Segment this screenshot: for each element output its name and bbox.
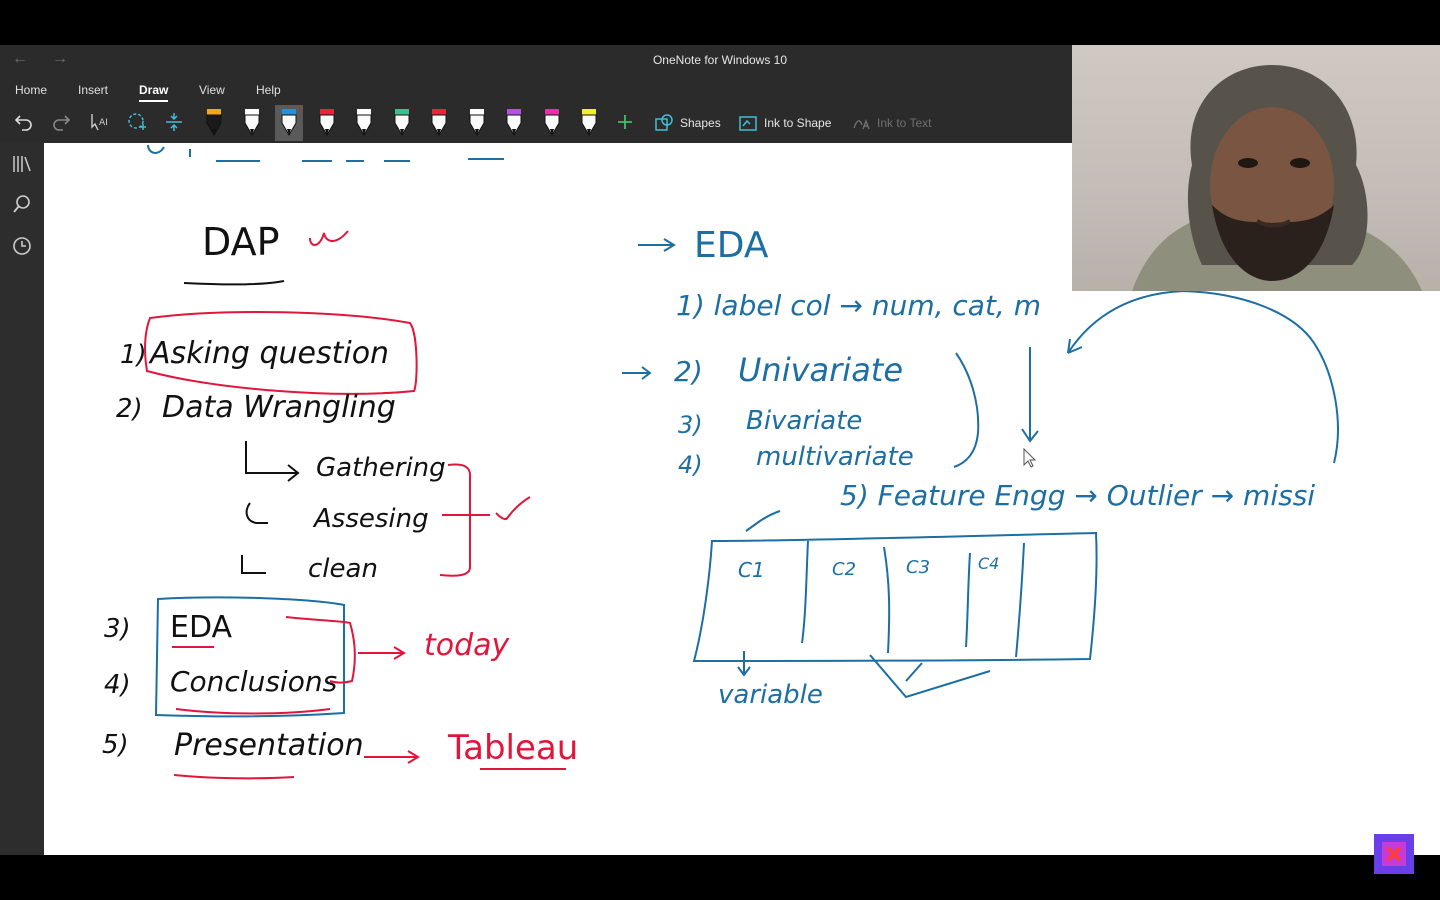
- app-logo-icon: [1374, 834, 1414, 874]
- ink-to-text-icon: [853, 119, 870, 130]
- curved-arrow: [1067, 289, 1339, 464]
- step5-text: Presentation: [174, 728, 364, 763]
- type-select-icon[interactable]: AI: [86, 109, 112, 135]
- eda-item3-num: 3): [678, 411, 703, 439]
- dap-title: DAP: [202, 220, 280, 264]
- shapes-icon: [655, 114, 673, 131]
- partial-ink-top: [147, 144, 504, 162]
- step2-num: 2): [116, 394, 143, 424]
- mouse-cursor-icon: [1023, 447, 1037, 468]
- svg-text:AI: AI: [99, 118, 108, 128]
- pen-11[interactable]: [575, 105, 603, 141]
- table-sketch: [692, 531, 1098, 663]
- add-pen-icon[interactable]: [612, 109, 638, 135]
- tableau-label: Tableau: [447, 728, 578, 768]
- today-label: today: [424, 628, 511, 663]
- arrow-assesing: [245, 502, 268, 524]
- webcam-overlay: [1072, 45, 1440, 291]
- pen-10[interactable]: [538, 105, 566, 141]
- search-icon[interactable]: [11, 193, 33, 215]
- bottom-bar: [0, 855, 1440, 900]
- pen-9[interactable]: [500, 105, 528, 141]
- arrow-gathering: [245, 441, 300, 482]
- add-space-icon[interactable]: [161, 109, 187, 135]
- step2-text: Data Wrangling: [162, 390, 396, 425]
- pen-7[interactable]: [425, 105, 453, 141]
- pen-3[interactable]: [275, 105, 303, 141]
- arrow-down: [1021, 347, 1039, 443]
- col-c4: C4: [978, 554, 999, 573]
- arrow-today: [358, 646, 406, 660]
- arrow-variable: [737, 651, 751, 677]
- step3-num: 3): [104, 614, 131, 644]
- tab-insert[interactable]: Insert: [78, 83, 108, 97]
- arrow-eda: [638, 238, 676, 252]
- ink-to-shape-label: Ink to Shape: [764, 116, 832, 130]
- check-mark-wrangling: [495, 496, 531, 521]
- eda-bracket: [953, 352, 980, 468]
- draw-toolbar: AI Shapes Ink to Shape Ink to Text: [0, 103, 1072, 143]
- step1-text: Asking question: [148, 336, 389, 371]
- eda-item4: multivariate: [756, 442, 914, 472]
- col-c1: C1: [738, 558, 765, 582]
- eda-item1: 1) label col → num, cat, m: [676, 289, 1041, 322]
- check-mark-eda: [745, 510, 781, 532]
- tab-draw[interactable]: Draw: [139, 83, 169, 102]
- col-c3: C3: [906, 557, 930, 578]
- ink-to-text-button[interactable]: Ink to Text: [851, 112, 931, 134]
- pen-5[interactable]: [350, 105, 378, 141]
- pen-4[interactable]: [313, 105, 341, 141]
- dap-underline: [183, 280, 285, 286]
- ink-to-shape-button[interactable]: Ink to Shape: [738, 112, 831, 134]
- eda-item4-num: 4): [678, 451, 703, 479]
- step5-num: 5): [102, 730, 129, 760]
- ink-to-text-label: Ink to Text: [877, 116, 932, 130]
- sub-assesing: Assesing: [312, 504, 429, 534]
- sub-clean: clean: [308, 554, 378, 584]
- pen-6[interactable]: [388, 105, 416, 141]
- arrow-clean: [241, 555, 266, 574]
- eda-item5: 5) Feature Engg → Outlier → missi: [840, 479, 1315, 512]
- eda-item2: Univariate: [738, 351, 903, 389]
- notebooks-icon[interactable]: [11, 153, 33, 175]
- eda-item2-num: 2): [674, 355, 703, 388]
- title-bar: ← → OneNote for Windows 10: [0, 45, 1072, 77]
- sub-gathering: Gathering: [316, 453, 446, 483]
- tab-help[interactable]: Help: [256, 83, 281, 97]
- undo-icon[interactable]: [11, 109, 37, 135]
- presentation-underline: [173, 774, 295, 780]
- lasso-select-icon[interactable]: [124, 109, 150, 135]
- eda-item3: Bivariate: [746, 406, 862, 436]
- pen-8[interactable]: [463, 105, 491, 141]
- check-mark-dap: [309, 230, 349, 246]
- eda-heading: EDA: [694, 225, 769, 266]
- recent-icon[interactable]: [11, 235, 33, 257]
- presenter-video: [1132, 65, 1422, 291]
- tab-home[interactable]: Home: [15, 83, 47, 97]
- shapes-label: Shapes: [680, 116, 721, 130]
- step4-text: Conclusions: [170, 665, 337, 698]
- pen-1[interactable]: [200, 105, 228, 141]
- redo-icon[interactable]: [48, 109, 74, 135]
- shapes-button[interactable]: Shapes: [654, 112, 721, 134]
- ribbon-tabs: Home Insert Draw View Help: [0, 77, 1072, 103]
- variable-label: variable: [718, 680, 823, 710]
- ink-to-shape-icon: [739, 116, 757, 131]
- step4-num: 4): [104, 670, 131, 700]
- col-c2: C2: [832, 559, 856, 580]
- arrow-univariate: [622, 366, 652, 380]
- step3-text: EDA: [170, 610, 233, 645]
- tab-view[interactable]: View: [199, 83, 225, 97]
- sidebar: [0, 143, 44, 855]
- step1-num: 1): [120, 340, 147, 370]
- pen-2[interactable]: [238, 105, 266, 141]
- arrow-tableau: [364, 750, 420, 764]
